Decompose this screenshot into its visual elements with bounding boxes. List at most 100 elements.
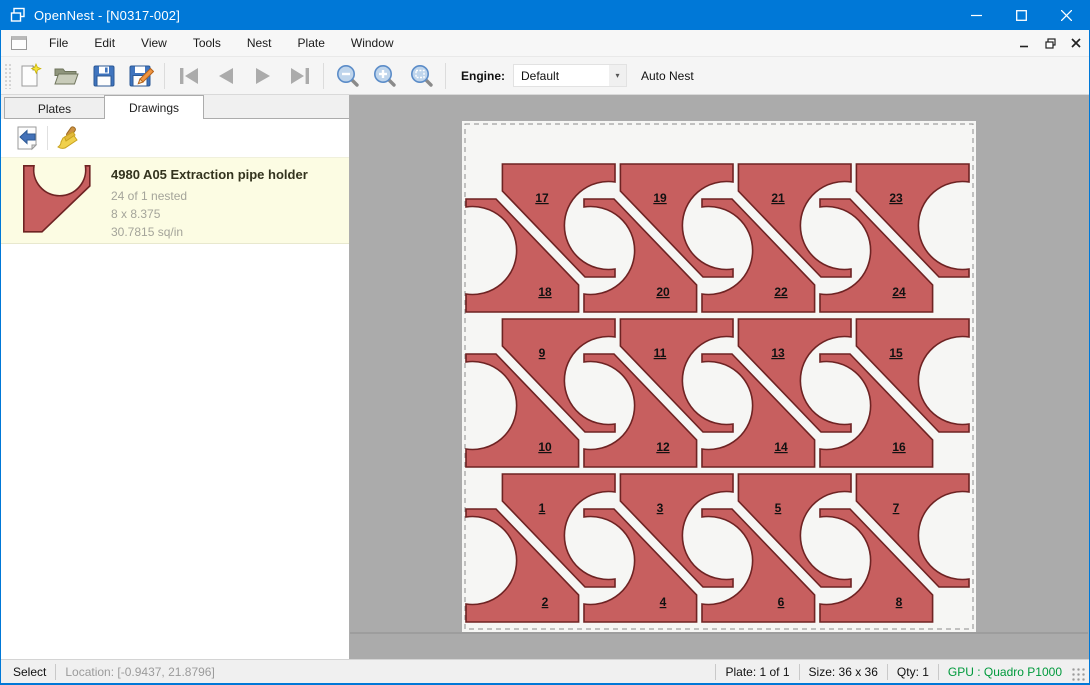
zoom-in-icon bbox=[372, 63, 397, 88]
zoom-in-button[interactable] bbox=[366, 60, 403, 92]
new-file-icon bbox=[17, 63, 43, 89]
close-icon bbox=[1061, 10, 1072, 21]
zoom-out-icon bbox=[335, 63, 360, 88]
part-number-label: 8 bbox=[896, 595, 903, 609]
part-number-label: 3 bbox=[657, 501, 664, 515]
zoom-fit-icon bbox=[409, 63, 434, 88]
status-mode: Select bbox=[1, 665, 46, 679]
toolbar-separator bbox=[164, 63, 165, 89]
menu-bar: File Edit View Tools Nest Plate Window bbox=[1, 30, 1089, 57]
maximize-icon bbox=[1016, 10, 1027, 21]
status-qty: Qty: 1 bbox=[897, 665, 929, 679]
tab-plates[interactable]: Plates bbox=[4, 97, 104, 119]
part-number-label: 14 bbox=[774, 440, 788, 454]
part-number-label: 10 bbox=[538, 440, 552, 454]
auto-nest-button[interactable]: Auto Nest bbox=[631, 61, 704, 91]
broom-icon bbox=[55, 125, 81, 151]
main-toolbar: Engine: Default ▾ Auto Nest bbox=[1, 57, 1089, 95]
nest-canvas[interactable]: 171819202122232491011121314151612345678 bbox=[350, 95, 1089, 659]
status-location: Location: [-0.9437, 21.8796] bbox=[65, 665, 214, 679]
clear-drawings-button[interactable] bbox=[52, 123, 84, 153]
status-gpu: GPU : Quadro P1000 bbox=[948, 665, 1062, 679]
import-drawing-button[interactable] bbox=[11, 123, 43, 153]
part-number-label: 12 bbox=[656, 440, 670, 454]
drawing-list-empty-area bbox=[1, 244, 349, 659]
part-number-label: 15 bbox=[889, 346, 903, 360]
status-separator bbox=[799, 664, 800, 680]
mdi-minimize-icon bbox=[1019, 38, 1029, 48]
zoom-fit-button[interactable] bbox=[403, 60, 440, 92]
menu-plate[interactable]: Plate bbox=[285, 30, 338, 57]
status-separator bbox=[887, 664, 888, 680]
tab-drawings[interactable]: Drawings bbox=[104, 95, 204, 119]
open-button[interactable] bbox=[48, 60, 85, 92]
part-number-label: 19 bbox=[653, 191, 667, 205]
save-button[interactable] bbox=[85, 60, 122, 92]
drawing-area: 30.7815 sq/in bbox=[111, 223, 308, 241]
drawing-nested-count: 24 of 1 nested bbox=[111, 187, 308, 205]
nav-next-icon bbox=[252, 66, 274, 86]
zoom-out-button[interactable] bbox=[329, 60, 366, 92]
part-number-label: 23 bbox=[889, 191, 903, 205]
menu-edit[interactable]: Edit bbox=[81, 30, 128, 57]
last-plate-button[interactable] bbox=[281, 60, 318, 92]
toolbar-separator bbox=[323, 63, 324, 89]
part-number-label: 20 bbox=[656, 285, 670, 299]
window-title: OpenNest - [N0317-002] bbox=[34, 8, 180, 23]
engine-value: Default bbox=[514, 69, 609, 83]
drawing-thumbnail bbox=[23, 165, 91, 233]
status-plate: Plate: 1 of 1 bbox=[725, 665, 789, 679]
mdi-child-icon bbox=[11, 36, 27, 50]
mdi-restore-button[interactable] bbox=[1037, 32, 1063, 54]
drawing-list-item[interactable]: 4980 A05 Extraction pipe holder 24 of 1 … bbox=[1, 157, 349, 244]
engine-label: Engine: bbox=[461, 69, 505, 83]
menu-tools[interactable]: Tools bbox=[180, 30, 234, 57]
new-button[interactable] bbox=[11, 60, 48, 92]
part-number-label: 21 bbox=[771, 191, 785, 205]
part-number-label: 2 bbox=[542, 595, 549, 609]
menu-view[interactable]: View bbox=[128, 30, 180, 57]
menu-window[interactable]: Window bbox=[338, 30, 407, 57]
nav-last-icon bbox=[288, 66, 312, 86]
status-separator bbox=[938, 664, 939, 680]
app-window: OpenNest - [N0317-002] File Edit View To… bbox=[0, 0, 1090, 685]
close-button[interactable] bbox=[1044, 0, 1089, 30]
status-bar: Select Location: [-0.9437, 21.8796] Plat… bbox=[1, 659, 1089, 683]
toolbar-grip[interactable] bbox=[4, 63, 11, 89]
save-as-button[interactable] bbox=[122, 60, 159, 92]
menu-file[interactable]: File bbox=[36, 30, 81, 57]
mdi-close-button[interactable] bbox=[1063, 32, 1089, 54]
status-size: Size: 36 x 36 bbox=[809, 665, 878, 679]
chevron-down-icon[interactable]: ▾ bbox=[609, 65, 626, 86]
nest-svg: 171819202122232491011121314151612345678 bbox=[350, 95, 1088, 660]
title-bar: OpenNest - [N0317-002] bbox=[1, 0, 1089, 30]
first-plate-button[interactable] bbox=[170, 60, 207, 92]
engine-combobox[interactable]: Default ▾ bbox=[513, 64, 627, 87]
save-icon bbox=[91, 63, 117, 89]
part-number-label: 16 bbox=[892, 440, 906, 454]
part-number-label: 24 bbox=[892, 285, 906, 299]
menu-nest[interactable]: Nest bbox=[234, 30, 285, 57]
part-number-label: 18 bbox=[538, 285, 552, 299]
resize-grip[interactable] bbox=[1072, 668, 1086, 682]
part-number-label: 13 bbox=[771, 346, 785, 360]
next-plate-button[interactable] bbox=[244, 60, 281, 92]
previous-plate-button[interactable] bbox=[207, 60, 244, 92]
part-number-label: 17 bbox=[535, 191, 549, 205]
maximize-button[interactable] bbox=[999, 0, 1044, 30]
drawings-toolbar bbox=[1, 119, 349, 157]
part-number-label: 6 bbox=[778, 595, 785, 609]
nav-previous-icon bbox=[215, 66, 237, 86]
left-panel: Plates Drawings bbox=[1, 95, 350, 659]
drawing-title: 4980 A05 Extraction pipe holder bbox=[111, 167, 308, 182]
minimize-button[interactable] bbox=[954, 0, 999, 30]
part-number-label: 11 bbox=[654, 346, 667, 360]
nav-first-icon bbox=[177, 66, 201, 86]
toolbar-separator bbox=[445, 63, 446, 89]
drawing-dimensions: 8 x 8.375 bbox=[111, 205, 308, 223]
open-folder-icon bbox=[53, 63, 80, 89]
part-number-label: 9 bbox=[539, 346, 546, 360]
import-page-arrow-icon bbox=[14, 125, 40, 151]
mdi-minimize-button[interactable] bbox=[1011, 32, 1037, 54]
status-separator bbox=[55, 664, 56, 680]
